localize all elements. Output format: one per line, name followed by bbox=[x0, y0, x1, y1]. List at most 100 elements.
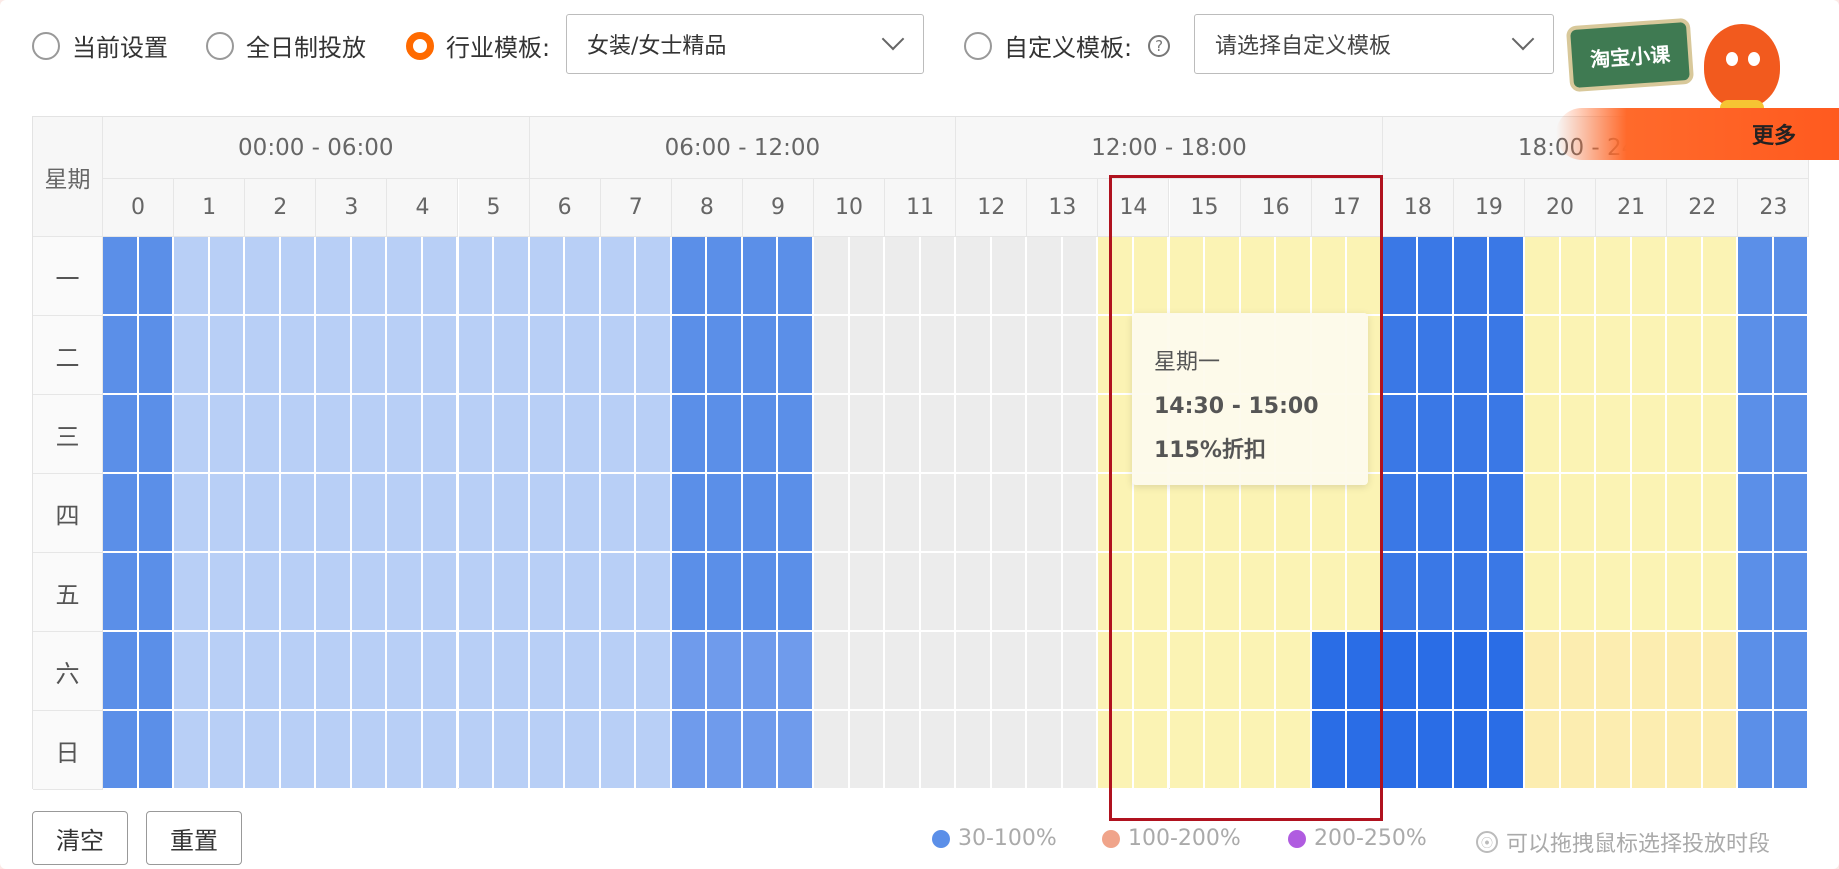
time-slot[interactable] bbox=[1169, 553, 1206, 632]
time-slot[interactable] bbox=[387, 632, 423, 711]
time-slot[interactable] bbox=[103, 316, 139, 395]
time-slot[interactable] bbox=[1098, 395, 1134, 474]
time-slot[interactable] bbox=[1773, 237, 1810, 316]
time-slot[interactable] bbox=[1205, 632, 1241, 711]
time-slot[interactable] bbox=[1347, 474, 1383, 553]
time-slot[interactable] bbox=[103, 711, 139, 790]
time-slot[interactable] bbox=[991, 237, 1028, 316]
time-slot[interactable] bbox=[1311, 711, 1348, 790]
time-slot[interactable] bbox=[1773, 632, 1810, 711]
time-slot[interactable] bbox=[1347, 632, 1383, 711]
time-slot[interactable] bbox=[1525, 553, 1561, 632]
time-slot[interactable] bbox=[636, 553, 672, 632]
time-slot[interactable] bbox=[1311, 553, 1348, 632]
time-slot[interactable] bbox=[671, 632, 708, 711]
time-slot[interactable] bbox=[1560, 474, 1597, 553]
time-slot[interactable] bbox=[814, 711, 850, 790]
time-slot[interactable] bbox=[671, 237, 708, 316]
time-slot[interactable] bbox=[1596, 395, 1632, 474]
time-slot[interactable] bbox=[778, 474, 814, 553]
time-slot[interactable] bbox=[1702, 395, 1739, 474]
time-slot[interactable] bbox=[138, 316, 175, 395]
time-slot[interactable] bbox=[529, 711, 566, 790]
time-slot[interactable] bbox=[1062, 316, 1099, 395]
time-slot[interactable] bbox=[1062, 474, 1099, 553]
time-slot[interactable] bbox=[1702, 553, 1739, 632]
radio-current-settings[interactable]: 当前设置 bbox=[32, 28, 168, 63]
time-slot[interactable] bbox=[671, 395, 708, 474]
time-slot[interactable] bbox=[636, 316, 672, 395]
time-slot[interactable] bbox=[849, 395, 886, 474]
time-slot[interactable] bbox=[1418, 316, 1454, 395]
time-slot[interactable] bbox=[174, 395, 210, 474]
time-slot[interactable] bbox=[458, 553, 495, 632]
time-slot[interactable] bbox=[1133, 632, 1170, 711]
time-slot[interactable] bbox=[1702, 316, 1739, 395]
time-slot[interactable] bbox=[671, 711, 708, 790]
time-slot[interactable] bbox=[351, 711, 388, 790]
time-slot[interactable] bbox=[316, 474, 352, 553]
time-slot[interactable] bbox=[1525, 395, 1561, 474]
time-slot[interactable] bbox=[1489, 395, 1525, 474]
time-slot[interactable] bbox=[1453, 711, 1490, 790]
time-slot[interactable] bbox=[814, 237, 850, 316]
time-slot[interactable] bbox=[103, 395, 139, 474]
help-icon[interactable]: ? bbox=[1148, 34, 1171, 57]
radio-circle[interactable] bbox=[32, 31, 60, 60]
time-slot[interactable] bbox=[920, 553, 957, 632]
time-slot[interactable] bbox=[209, 632, 246, 711]
schedule-grid[interactable]: 星期 00:00 - 06:00 06:00 - 12:00 12:00 - 18:0… bbox=[32, 116, 1810, 790]
time-slot[interactable] bbox=[458, 474, 495, 553]
time-slot[interactable] bbox=[920, 474, 957, 553]
time-slot[interactable] bbox=[1489, 316, 1525, 395]
time-slot[interactable] bbox=[1240, 711, 1277, 790]
time-slot[interactable] bbox=[387, 553, 423, 632]
time-slot[interactable] bbox=[209, 553, 246, 632]
time-slot[interactable] bbox=[1098, 553, 1134, 632]
time-slot[interactable] bbox=[1311, 632, 1348, 711]
time-slot[interactable] bbox=[1347, 553, 1383, 632]
time-slot[interactable] bbox=[565, 711, 601, 790]
time-slot[interactable] bbox=[1382, 632, 1419, 711]
time-slot[interactable] bbox=[565, 316, 601, 395]
time-slot[interactable] bbox=[1489, 474, 1525, 553]
time-slot[interactable] bbox=[1738, 474, 1774, 553]
time-slot[interactable] bbox=[1276, 711, 1312, 790]
time-slot[interactable] bbox=[600, 711, 637, 790]
time-slot[interactable] bbox=[636, 711, 672, 790]
time-slot[interactable] bbox=[1667, 395, 1703, 474]
time-slot[interactable] bbox=[849, 711, 886, 790]
time-slot[interactable] bbox=[991, 395, 1028, 474]
time-slot[interactable] bbox=[1525, 711, 1561, 790]
time-slot[interactable] bbox=[1418, 474, 1454, 553]
time-slot[interactable] bbox=[138, 395, 175, 474]
time-slot[interactable] bbox=[1276, 553, 1312, 632]
time-slot[interactable] bbox=[316, 395, 352, 474]
time-slot[interactable] bbox=[1631, 474, 1668, 553]
time-slot[interactable] bbox=[280, 395, 317, 474]
time-slot[interactable] bbox=[174, 316, 210, 395]
time-slot[interactable] bbox=[1773, 553, 1810, 632]
time-slot[interactable] bbox=[245, 237, 281, 316]
time-slot[interactable] bbox=[529, 316, 566, 395]
time-slot[interactable] bbox=[103, 553, 139, 632]
time-slot[interactable] bbox=[1418, 237, 1454, 316]
time-slot[interactable] bbox=[885, 237, 921, 316]
time-slot[interactable] bbox=[1596, 553, 1632, 632]
time-slot[interactable] bbox=[1596, 474, 1632, 553]
time-slot[interactable] bbox=[707, 553, 743, 632]
time-slot[interactable] bbox=[529, 553, 566, 632]
custom-template-select[interactable]: 请选择自定义模板 bbox=[1194, 14, 1554, 74]
time-slot[interactable] bbox=[920, 711, 957, 790]
time-slot[interactable] bbox=[920, 632, 957, 711]
time-slot[interactable] bbox=[1240, 553, 1277, 632]
time-slot[interactable] bbox=[885, 474, 921, 553]
time-slot[interactable] bbox=[1098, 316, 1134, 395]
time-slot[interactable] bbox=[174, 632, 210, 711]
time-slot[interactable] bbox=[138, 553, 175, 632]
time-slot[interactable] bbox=[1560, 395, 1597, 474]
time-slot[interactable] bbox=[1098, 632, 1134, 711]
radio-industry-template[interactable]: 行业模板: bbox=[406, 28, 550, 63]
time-slot[interactable] bbox=[671, 553, 708, 632]
time-slot[interactable] bbox=[636, 237, 672, 316]
